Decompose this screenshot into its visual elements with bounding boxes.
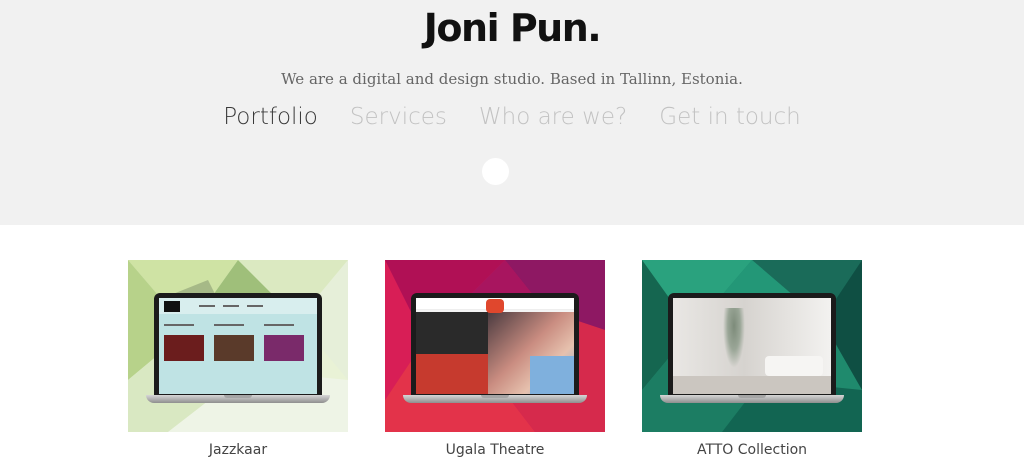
- laptop-mockup: [660, 293, 844, 405]
- hero-header: Joni Pun. We are a digital and design st…: [0, 0, 1024, 225]
- portfolio-title[interactable]: Ugala Theatre: [385, 442, 605, 458]
- nav-who-are-we[interactable]: Who are we?: [479, 104, 627, 130]
- site-logo[interactable]: Joni Pun.: [0, 6, 1024, 50]
- portfolio-thumbnail: [642, 260, 862, 432]
- portfolio-thumbnail: [385, 260, 605, 432]
- portfolio-thumbnail: [128, 260, 348, 432]
- ugala-site-screenshot: [416, 298, 574, 394]
- nav-services[interactable]: Services: [350, 104, 447, 130]
- laptop-mockup: [146, 293, 330, 405]
- portfolio-card-jazzkaar[interactable]: Jazzkaar: [128, 260, 348, 458]
- portfolio-card-atto-collection[interactable]: ATTO Collection: [642, 260, 862, 458]
- portfolio-title[interactable]: ATTO Collection: [642, 442, 862, 458]
- portfolio-card-ugala-theatre[interactable]: Ugala Theatre: [385, 260, 605, 458]
- section-indicator-dot: [482, 158, 509, 185]
- nav-portfolio[interactable]: Portfolio: [223, 104, 318, 130]
- nav-get-in-touch[interactable]: Get in touch: [659, 104, 800, 130]
- portfolio-title[interactable]: Jazzkaar: [128, 442, 348, 458]
- jazzkaar-site-screenshot: [159, 298, 317, 394]
- laptop-mockup: [403, 293, 587, 405]
- tagline: We are a digital and design studio. Base…: [281, 70, 743, 88]
- atto-site-screenshot: [673, 298, 831, 394]
- main-nav: Portfolio Services Who are we? Get in to…: [0, 104, 1024, 130]
